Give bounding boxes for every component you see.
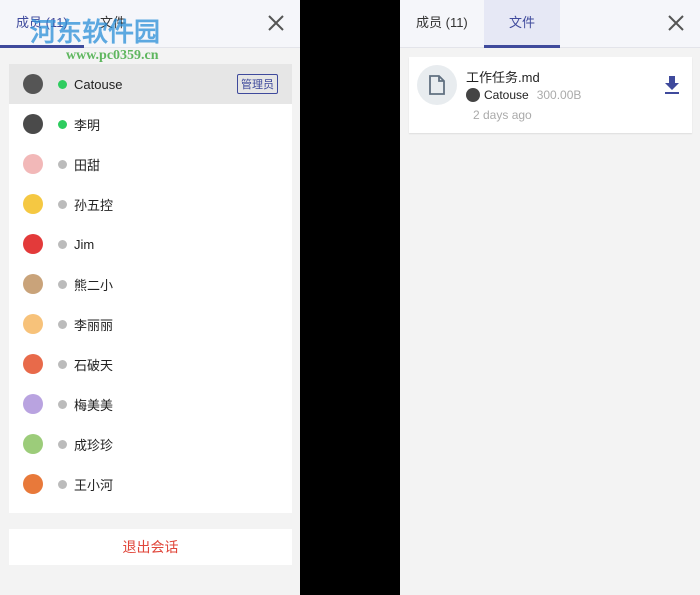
avatar <box>23 314 43 334</box>
member-list: Catouse 管理员 李明 田甜 孙五控 Jim 熊二小 李丽丽 石破天 梅美美… <box>9 64 292 513</box>
left-chat-sidebar: 成员 (11) 文件 Catouse 管理员 李明 田甜 孙五控 Jim 熊二小 … <box>0 0 300 595</box>
member-name: 田甜 <box>74 157 101 173</box>
close-icon[interactable] <box>666 13 686 33</box>
member-item[interactable]: 李丽丽 <box>9 304 292 344</box>
uploader-name: Catouse <box>484 88 529 102</box>
status-dot <box>58 359 67 369</box>
member-item[interactable]: Jim <box>9 224 292 264</box>
status-dot <box>58 279 67 289</box>
member-name: 李明 <box>74 117 101 133</box>
member-item[interactable]: 王小河 <box>9 464 292 504</box>
status-dot <box>58 159 67 169</box>
file-meta: Catouse 300.00B <box>466 88 581 102</box>
file-time: 2 days ago <box>473 108 532 122</box>
member-item[interactable]: 成珍珍 <box>9 424 292 464</box>
avatar <box>23 194 43 214</box>
admin-badge: 管理员 <box>237 74 278 94</box>
member-name: 成珍珍 <box>74 437 114 453</box>
member-item[interactable]: 梅美美 <box>9 384 292 424</box>
sidebar-header: 成员 (11) 文件 <box>0 0 300 48</box>
status-dot <box>58 239 67 249</box>
tab-members[interactable]: 成员 (11) <box>0 0 84 48</box>
avatar <box>23 234 43 254</box>
tab-members[interactable]: 成员 (11) <box>400 0 484 48</box>
member-name: 孙五控 <box>74 197 114 213</box>
avatar <box>23 114 43 134</box>
member-name: Catouse <box>74 76 123 92</box>
member-name: 熊二小 <box>74 277 114 293</box>
watermark-url: www.pc0359.cn <box>66 48 159 63</box>
status-dot <box>58 79 67 89</box>
member-name: 王小河 <box>74 477 114 493</box>
member-name: Jim <box>74 236 95 252</box>
avatar <box>23 394 43 414</box>
file-item[interactable]: 工作任务.md Catouse 300.00B 2 days ago <box>409 57 692 133</box>
uploader-avatar <box>466 88 480 102</box>
avatar <box>23 154 43 174</box>
status-dot <box>58 399 67 409</box>
leave-chat-button[interactable]: 退出会话 <box>9 529 292 565</box>
close-icon[interactable] <box>266 13 286 33</box>
status-dot <box>58 479 67 489</box>
tab-files[interactable]: 文件 <box>484 0 560 48</box>
sidebar-header: 成员 (11) 文件 <box>400 0 700 48</box>
right-chat-sidebar: 成员 (11) 文件 工作任务.md Catouse 300.00B 2 day… <box>400 0 700 595</box>
member-item[interactable]: 孙五控 <box>9 184 292 224</box>
tab-files[interactable]: 文件 <box>84 0 142 48</box>
member-name: 梅美美 <box>74 397 114 413</box>
status-dot <box>58 439 67 449</box>
member-item[interactable]: 熊二小 <box>9 264 292 304</box>
avatar <box>23 474 43 494</box>
avatar <box>23 74 43 94</box>
member-item[interactable]: 石破天 <box>9 344 292 384</box>
avatar <box>23 434 43 454</box>
file-icon <box>417 65 457 105</box>
member-name: 石破天 <box>74 357 114 373</box>
member-item[interactable]: Catouse 管理员 <box>9 64 292 104</box>
avatar <box>23 274 43 294</box>
member-item[interactable]: 田甜 <box>9 144 292 184</box>
status-dot <box>58 199 67 209</box>
member-name: 李丽丽 <box>74 317 114 333</box>
download-icon[interactable] <box>664 75 680 95</box>
file-size: 300.00B <box>536 88 582 102</box>
avatar <box>23 354 43 374</box>
status-dot <box>58 119 67 129</box>
status-dot <box>58 319 67 329</box>
member-item[interactable]: 李明 <box>9 104 292 144</box>
file-name: 工作任务.md <box>466 70 540 85</box>
